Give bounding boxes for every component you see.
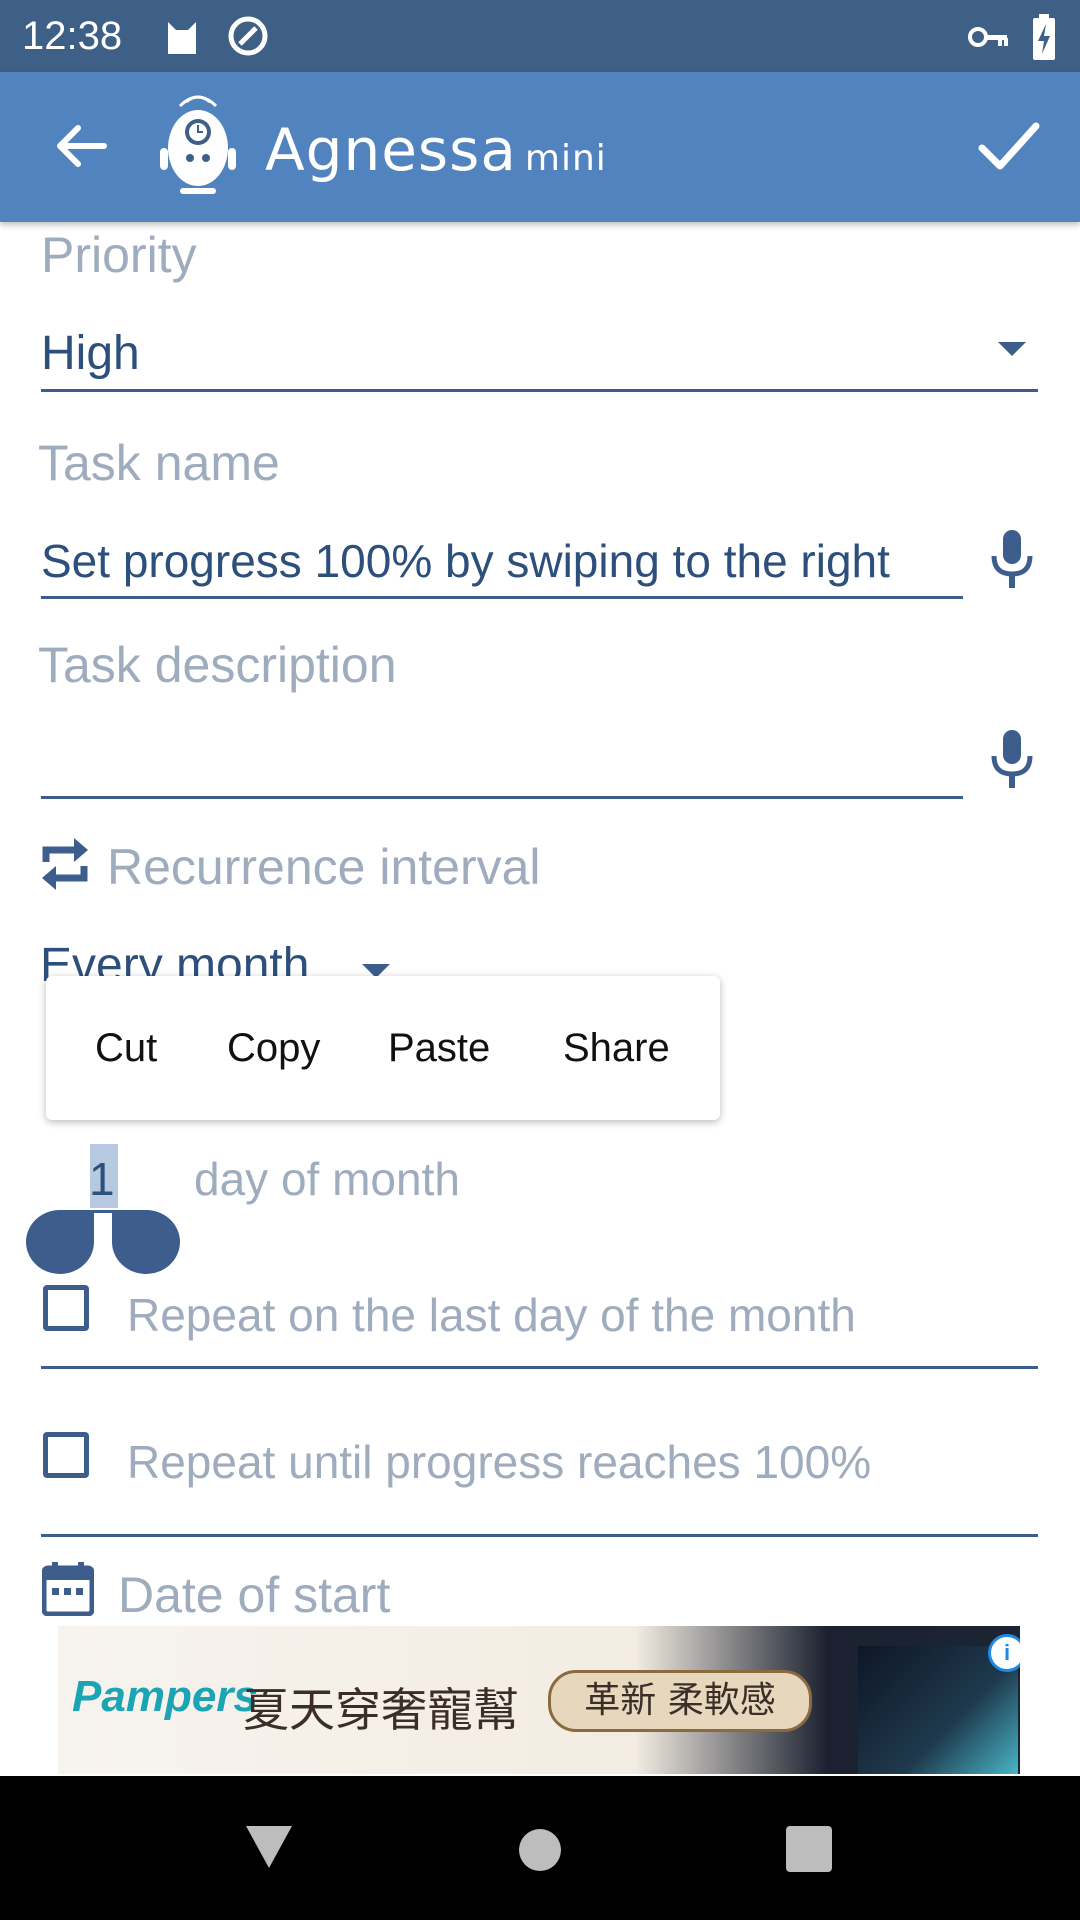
cut-menu-item[interactable]: Cut — [95, 1026, 157, 1071]
navigation-bar — [0, 1776, 1080, 1920]
selection-handle-left[interactable] — [22, 1206, 94, 1276]
arrow-back-icon[interactable] — [52, 118, 108, 174]
task-description-label: Task description — [38, 637, 397, 693]
text-selection-context-menu: Cut Copy Paste Share — [46, 976, 720, 1120]
nav-recents-icon[interactable] — [786, 1826, 832, 1872]
repeat-until-progress-checkbox[interactable] — [43, 1432, 89, 1478]
priority-value[interactable]: High — [41, 326, 140, 381]
ad-info-icon[interactable]: i — [988, 1634, 1020, 1672]
repeat-last-day-underline — [41, 1366, 1038, 1369]
check-icon[interactable] — [978, 120, 1040, 172]
ad-pill: 革新 柔軟感 — [548, 1670, 812, 1732]
status-bar: 12:38 — [0, 0, 1080, 72]
task-name-input[interactable]: Set progress 100% by swiping to the righ… — [41, 534, 890, 588]
status-time: 12:38 — [22, 14, 123, 58]
repeat-icon — [42, 838, 88, 890]
ad-headline: 夏天穿奢寵幫 — [243, 1683, 519, 1737]
selection-handle-right[interactable] — [112, 1206, 184, 1276]
ad-brand-logo: Pampers — [72, 1672, 258, 1721]
nav-home-icon[interactable] — [518, 1828, 562, 1872]
cat-notification-icon — [168, 22, 196, 54]
battery-charging-icon — [1033, 14, 1055, 60]
sync-icon — [228, 16, 268, 56]
app-title-suffix: mini — [524, 138, 607, 179]
share-menu-item[interactable]: Share — [563, 1026, 670, 1071]
paste-menu-item[interactable]: Paste — [388, 1026, 490, 1071]
app-title-main: Agnessa — [265, 116, 517, 184]
priority-label: Priority — [41, 227, 197, 283]
task-name-underline — [41, 596, 963, 599]
task-name-label: Task name — [38, 435, 280, 491]
app-title: Agnessa mini — [265, 116, 607, 184]
repeat-last-day-label[interactable]: Repeat on the last day of the month — [127, 1288, 856, 1342]
repeat-until-progress-underline — [41, 1534, 1038, 1537]
calendar-icon — [42, 1562, 94, 1616]
copy-menu-item[interactable]: Copy — [227, 1026, 320, 1071]
dropdown-arrow-icon[interactable] — [996, 340, 1028, 358]
repeat-until-progress-label[interactable]: Repeat until progress reaches 100% — [127, 1435, 871, 1489]
recurrence-label: Recurrence interval — [107, 839, 541, 895]
priority-underline — [41, 389, 1038, 392]
task-description-underline — [41, 796, 963, 799]
microphone-icon[interactable] — [990, 730, 1034, 790]
robot-logo-icon — [160, 95, 236, 194]
vpn-key-icon — [968, 27, 1008, 47]
day-of-month-input[interactable]: 1 — [89, 1152, 115, 1206]
day-of-month-label: day of month — [194, 1153, 460, 1205]
app-bar: Agnessa mini — [0, 72, 1080, 222]
repeat-last-day-checkbox[interactable] — [43, 1285, 89, 1331]
microphone-icon[interactable] — [990, 530, 1034, 590]
task-description-input[interactable] — [41, 736, 941, 786]
ad-banner[interactable]: Pampers 夏天穿奢寵幫 革新 柔軟感 i ✕ — [58, 1626, 1020, 1774]
date-of-start-label: Date of start — [118, 1567, 391, 1623]
nav-back-icon[interactable] — [244, 1824, 294, 1870]
